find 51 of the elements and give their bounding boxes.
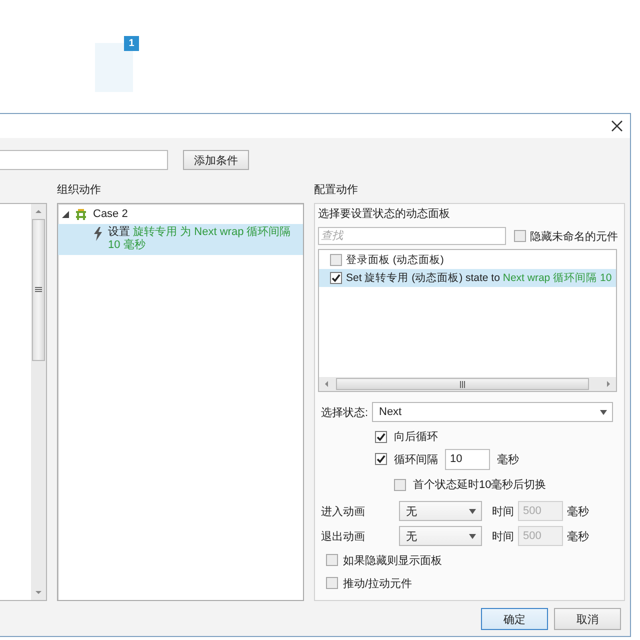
horizontal-scrollbar[interactable] <box>319 377 616 391</box>
checkbox[interactable] <box>330 272 342 284</box>
field-label: 选择状态: <box>321 406 370 420</box>
dialog-button[interactable]: 确定 <box>481 608 548 630</box>
checkbox-label[interactable]: 隐藏未命名的元件 <box>530 228 618 244</box>
unit-label: 毫秒 <box>497 452 519 466</box>
unit-label: 毫秒 <box>567 504 589 518</box>
checkbox-label[interactable]: 推动/拉动元件 <box>343 576 412 590</box>
grip-icon <box>460 380 466 388</box>
unit-label: 毫秒 <box>567 530 589 544</box>
checkbox[interactable] <box>514 230 526 242</box>
interval-field[interactable]: 10 <box>445 448 490 470</box>
lightning-icon <box>94 227 102 241</box>
add-condition-button[interactable]: 添加条件 <box>183 150 249 170</box>
field-label: 时间 <box>492 530 515 544</box>
condition-field[interactable] <box>0 150 168 170</box>
section-heading: 组织动作 <box>57 183 102 198</box>
number-badge: 1 <box>124 36 139 51</box>
caret-icon[interactable] <box>600 410 607 414</box>
tree-item[interactable]: 设置 旋转专用 为 Next wrap 循环间隔 10 毫秒 <box>58 224 303 255</box>
state-dropdown[interactable]: Next <box>372 402 613 422</box>
checkbox-label[interactable]: 循环间隔 <box>394 452 438 466</box>
checkbox-label[interactable]: 如果隐藏则显示面板 <box>343 552 442 568</box>
checkbox[interactable] <box>330 254 342 266</box>
animation-dropdown[interactable]: 无 <box>399 501 482 521</box>
checkbox[interactable] <box>326 577 338 589</box>
prompt-label: 选择要设置状态的动态面板 <box>318 206 451 222</box>
panel-list-item[interactable]: 登录面板 (动态面板) <box>319 251 616 269</box>
field-label: 退出动画 <box>321 530 366 544</box>
checkbox[interactable] <box>394 478 406 490</box>
grip-icon <box>35 287 42 293</box>
field-label: 进入动画 <box>321 504 366 518</box>
close-icon[interactable] <box>611 120 623 132</box>
caret-icon[interactable] <box>469 534 476 538</box>
checkbox-label[interactable]: 向后循环 <box>394 429 438 444</box>
tree-item[interactable]: Case 2 <box>58 206 303 224</box>
scrollbar-thumb[interactable] <box>32 219 45 361</box>
expand-triangle-icon[interactable] <box>62 211 69 218</box>
animation-dropdown[interactable]: 无 <box>399 526 482 546</box>
checkbox[interactable] <box>375 430 387 442</box>
branch-icon <box>75 209 87 221</box>
panel-list-item[interactable]: Set 旋转专用 (动态面板) state to Next wrap 循环间隔 10 <box>319 269 616 287</box>
dialog-button[interactable]: 取消 <box>554 608 621 630</box>
vertical-scrollbar[interactable] <box>31 204 46 600</box>
section-heading: 配置动作 <box>314 183 359 198</box>
field-label: 时间 <box>492 504 515 518</box>
checkbox[interactable] <box>375 453 387 465</box>
checkbox-label[interactable]: 首个状态延时10毫秒后切换 <box>413 477 546 492</box>
checkbox[interactable] <box>326 554 338 566</box>
scrollbar-thumb[interactable] <box>336 378 589 390</box>
caret-icon[interactable] <box>469 508 476 514</box>
